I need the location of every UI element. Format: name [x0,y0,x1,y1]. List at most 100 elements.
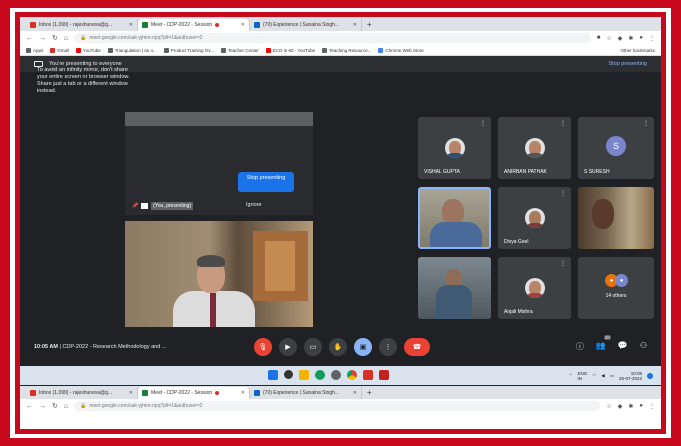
more-options-icon[interactable]: ⋮ [643,120,649,127]
close-icon[interactable]: ✕ [353,390,357,396]
avatar [444,138,465,159]
close-icon[interactable]: ✕ [353,22,357,28]
tab-gmail[interactable]: Inbox (1,099) - rajeshunexa@g... ✕ [26,19,138,31]
lock-icon: 🔒 [80,35,87,41]
chat-icon[interactable]: 💬 [618,341,628,352]
battery-icon[interactable]: ▭ [610,373,614,379]
ignore-button[interactable]: Ignore [246,202,262,208]
star-icon[interactable]: ☆ [606,35,611,42]
tab-meet[interactable]: Meet - CDP-2022 - Session ✕ [138,19,250,31]
stop-presenting-button[interactable]: Stop presenting [238,172,294,192]
maps-icon[interactable] [363,370,373,380]
close-icon[interactable]: ✕ [129,390,133,396]
search-icon[interactable] [284,370,293,379]
tab-linkedin[interactable]: (70) Experience | Sunaina Singh... ✕ [250,387,362,399]
tab-linkedin[interactable]: (70) Experience | Sunaina Singh... ✕ [250,19,362,31]
leave-call-button[interactable]: ☎ [404,338,430,356]
raise-hand-button[interactable]: ✋ [329,338,347,356]
language-indicator[interactable]: ENG IN [578,371,588,381]
more-options-icon[interactable]: ⋮ [560,120,566,127]
bookmark-item[interactable]: Teaching Resource... [322,47,372,53]
info-icon[interactable]: ⓘ [576,341,584,352]
bookmark-item[interactable]: Apps [26,47,43,53]
participant-tile-active-speaker[interactable] [418,187,491,249]
more-options-icon[interactable]: ⋮ [480,120,486,127]
volume-icon[interactable]: ◀ [601,373,604,379]
people-button[interactable]: 👥 20 [596,335,611,352]
more-options-button[interactable]: ⋮ [379,338,397,356]
mic-off-button[interactable]: 🎙 [254,338,272,356]
gmail-icon [30,22,36,28]
tab-gmail[interactable]: Inbox (1,099) - rajeshunexa@g... ✕ [26,387,138,399]
forward-icon[interactable]: → [39,35,46,42]
back-icon[interactable]: ← [26,403,33,410]
bookmark-label: Teaching Resource... [329,47,372,53]
bookmark-item[interactable]: Product Training Ov... [163,47,214,53]
file-explorer-icon[interactable] [299,370,309,380]
more-vert-icon: ⋮ [384,344,392,351]
menu-icon[interactable]: ⋮ [649,35,655,42]
edge-icon[interactable] [315,370,325,380]
windows-taskbar: ⌃ ENG IN ◠ ◀ ▭ 10:05 26-07-2022 [20,366,661,385]
app-icon[interactable] [379,370,389,380]
windows-start-icon[interactable] [268,370,278,380]
star-icon[interactable]: ☆ [606,403,611,410]
camera-button[interactable]: ▶ [279,338,297,356]
close-icon[interactable]: ✕ [241,390,245,396]
new-tab-button[interactable]: + [362,387,377,399]
reload-icon[interactable]: ↻ [52,34,58,42]
more-options-icon[interactable]: ⋮ [560,260,566,267]
reload-icon[interactable]: ↻ [52,402,58,410]
settings-icon[interactable] [331,370,341,380]
bookmark-label: Triangulation | an o... [114,47,157,53]
participant-tile-suresh[interactable]: ⋮ S S SURESH [578,117,654,179]
activities-icon[interactable]: ⚇ [640,341,647,352]
tab-meet[interactable]: Meet - CDP-2022 - Session ✕ [138,387,250,399]
participant-tile-video-2[interactable] [418,257,491,319]
puzzle-icon[interactable]: ✱ [628,403,633,410]
close-icon[interactable]: ✕ [129,22,133,28]
avatar: S [606,135,626,156]
close-icon[interactable]: ✕ [241,22,245,28]
back-icon[interactable]: ← [26,35,33,42]
home-icon[interactable]: ⌂ [64,35,68,42]
captions-button[interactable]: ▭ [304,338,322,356]
participant-tile-divya[interactable]: ⋮ Divya Goel [498,187,571,249]
stop-presenting-link[interactable]: Stop presenting [608,61,647,67]
presenter-label: 📌 (You, presenting) [132,202,194,210]
chrome-icon[interactable] [347,370,357,380]
bookmark-item[interactable]: Chrome Web Store [378,47,424,53]
new-tab-button[interactable]: + [362,19,377,31]
more-options-icon[interactable]: ⋮ [560,190,566,197]
address-bar[interactable]: 🔒 meet.google.com/sak-yjmm-npq?pli=1&aut… [74,401,601,411]
wifi-icon[interactable]: ◠ [592,373,596,379]
participant-tile-video[interactable] [578,187,654,249]
bookmark-item[interactable]: ECO in 60 - YouTube [265,47,315,53]
taskbar-clock[interactable]: 10:05 26-07-2022 [619,371,642,381]
avatar [524,138,545,159]
profile-icon[interactable]: ● [639,403,643,410]
forward-icon[interactable]: → [39,403,46,410]
address-bar[interactable]: 🔒 meet.google.com/sak-yjmm-npq?pli=1&aut… [74,33,591,43]
bookmark-item[interactable]: Gmail [50,47,69,53]
camera-icon[interactable]: ■ [597,35,601,42]
profile-icon[interactable]: ● [639,35,643,42]
other-bookmarks[interactable]: Other bookmarks [620,48,655,53]
presenter-name: (You, presenting) [151,202,194,210]
bookmark-item[interactable]: Teacher Center [220,47,259,53]
toolbar-icons: ☆ ◆ ✱ ● ⋮ [606,403,655,410]
puzzle-icon[interactable]: ✱ [628,35,633,42]
menu-icon[interactable]: ⋮ [649,403,655,410]
bookmark-item[interactable]: Triangulation | an o... [107,47,157,53]
participant-tile-others[interactable]: ● ● 14 others [578,257,654,319]
home-icon[interactable]: ⌂ [64,403,68,410]
extension-icon[interactable]: ◆ [618,403,623,410]
chevron-up-icon[interactable]: ⌃ [569,373,573,379]
notification-icon[interactable] [647,372,653,379]
present-button[interactable]: ▣ [354,338,372,356]
bookmark-item[interactable]: YouTube [76,47,101,53]
participant-tile-vishal[interactable]: ⋮ VISHAL GUPTA [418,117,491,179]
extension-icon[interactable]: ◆ [618,35,623,42]
participant-tile-anirban[interactable]: ⋮ ANIRBAN PATHAK [498,117,571,179]
participant-tile-anjali[interactable]: ⋮ Anjali Mishra [498,257,571,319]
